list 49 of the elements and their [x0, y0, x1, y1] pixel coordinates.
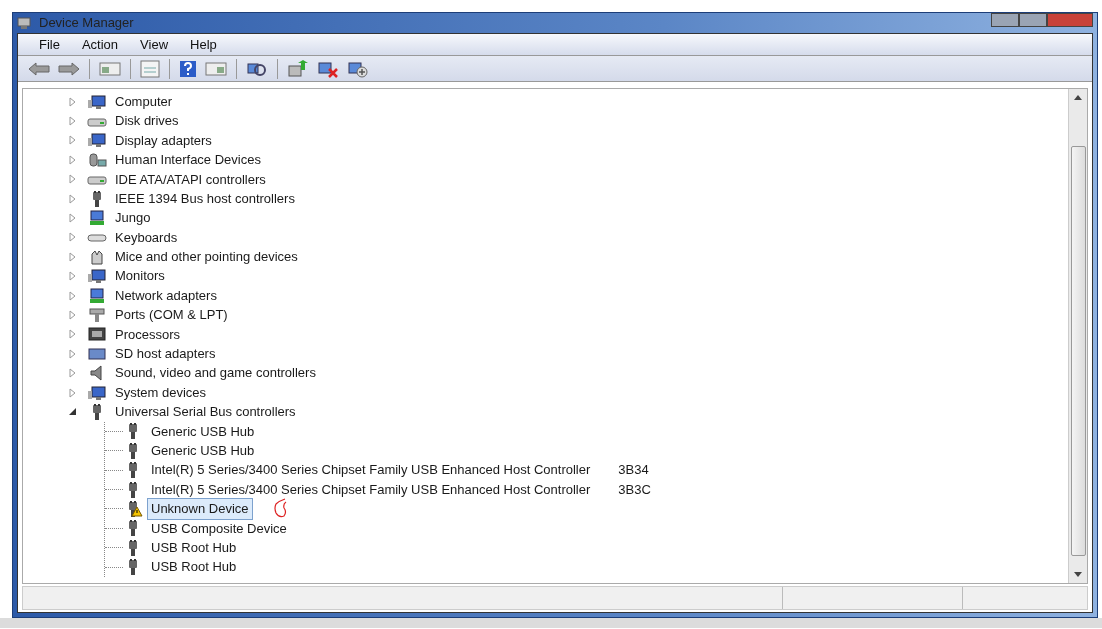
tree-item[interactable]: Computer: [111, 90, 177, 113]
tree-item[interactable]: Display adapters: [111, 129, 216, 152]
device-manager-icon: [17, 16, 33, 30]
tree-item[interactable]: Universal Serial Bus controllers: [111, 401, 300, 423]
scroll-down-icon[interactable]: [1074, 572, 1082, 577]
port-icon: [87, 307, 107, 323]
vertical-scrollbar[interactable]: [1068, 89, 1087, 583]
network-icon: [87, 287, 107, 304]
device-id: 3B3C: [618, 480, 651, 499]
close-button[interactable]: [1047, 13, 1093, 27]
minimize-button[interactable]: [991, 13, 1019, 27]
monitor-icon: [87, 93, 107, 110]
scroll-up-icon[interactable]: [1074, 95, 1082, 100]
menu-item[interactable]: Action: [70, 34, 130, 55]
maximize-button[interactable]: [1019, 13, 1047, 27]
tree-item[interactable]: Keyboards: [111, 226, 182, 249]
tree-item[interactable]: Processors: [111, 323, 185, 346]
card-icon: [87, 345, 107, 362]
network-icon: [87, 210, 107, 227]
monitor-icon: [87, 384, 107, 401]
menu-item[interactable]: Help: [179, 34, 228, 55]
tree-item[interactable]: Intel(R) 5 Series/3400 Series Chipset Family USB Enhanced Host Controller: [147, 459, 595, 481]
tree-item[interactable]: Jungo: [111, 207, 155, 229]
scroll-thumb[interactable]: [1070, 146, 1086, 556]
tree-item[interactable]: Generic USB Hub: [147, 420, 259, 443]
tree-item[interactable]: Ports (COM & LPT): [111, 304, 232, 326]
tree-item[interactable]: Disk drives: [111, 110, 183, 132]
window-title: Device Manager: [38, 14, 134, 32]
input-device-icon: [87, 151, 107, 168]
monitor-icon: [87, 132, 107, 149]
tree-item[interactable]: Network adapters: [111, 284, 221, 307]
properties-button[interactable]: [138, 57, 162, 80]
tree-item[interactable]: Intel(R) 5 Series/3400 Series Chipset Family USB Enhanced Host Controller: [147, 478, 595, 501]
tree-item[interactable]: Monitors: [111, 265, 169, 287]
monitor-icon: [87, 268, 107, 285]
menu-item[interactable]: File: [28, 34, 71, 55]
tree-item[interactable]: Mice and other pointing devices: [111, 246, 302, 268]
chip-icon: [87, 326, 107, 343]
menu-item[interactable]: View: [129, 34, 180, 55]
tree-item[interactable]: IDE ATA/ATAPI controllers: [111, 168, 270, 190]
device-id: 3B34: [618, 461, 649, 480]
tree-item[interactable]: System devices: [111, 381, 211, 404]
tree-item[interactable]: Human Interface Devices: [111, 149, 265, 171]
tree-item[interactable]: Sound, video and game controllers: [111, 362, 320, 384]
tree-item[interactable]: IEEE 1394 Bus host controllers: [111, 187, 299, 210]
tree-item[interactable]: Generic USB Hub: [147, 440, 259, 462]
tree-item[interactable]: Unknown Device: [147, 498, 253, 520]
tree-item[interactable]: SD host adapters: [111, 343, 220, 365]
tree-item[interactable]: USB Root Hub: [147, 556, 241, 578]
